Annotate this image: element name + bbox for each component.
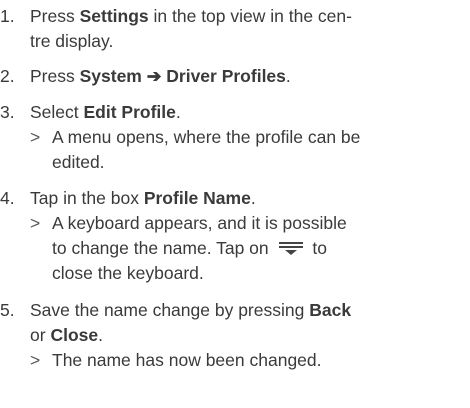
step-text: Select Edit Profile. — [30, 102, 181, 122]
step-number: 1. — [0, 6, 15, 26]
step-text: Press Settings in the top view in the ce… — [30, 6, 352, 26]
ui-term-edit-profile: Edit Profile — [83, 102, 176, 122]
step-number: 5. — [0, 300, 15, 320]
result-marker: > — [30, 213, 41, 233]
step-text: Press System ➔ Driver Profiles. — [30, 66, 291, 86]
ui-term-system-driver-profiles: System ➔ Driver Profiles — [79, 66, 286, 86]
ui-term-settings: Settings — [79, 6, 149, 26]
step-number: 4. — [0, 188, 15, 208]
result-marker: > — [30, 350, 41, 370]
step-text: Save the name change by pressing Back — [30, 300, 352, 320]
ui-term-close: Close — [50, 325, 99, 345]
step-text-line2: or Close. — [30, 325, 103, 345]
result-marker: > — [30, 127, 41, 147]
step-number: 2. — [0, 66, 15, 86]
step-text: Tap in the box Profile Name. — [30, 188, 256, 208]
ui-term-profile-name: Profile Name — [143, 188, 251, 208]
step-text-line2: tre display. — [30, 31, 114, 51]
step-number: 3. — [0, 102, 15, 122]
ui-term-back: Back — [309, 300, 352, 320]
keyboard-hide-icon — [278, 237, 304, 255]
